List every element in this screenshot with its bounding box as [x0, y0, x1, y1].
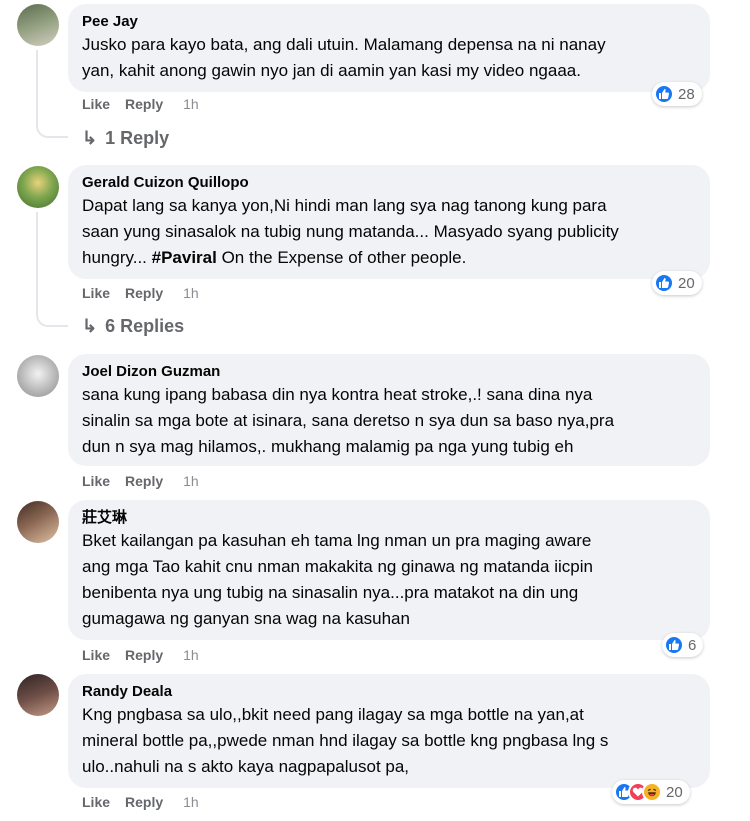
comment-actions: Like Reply 1h	[82, 96, 214, 112]
reaction-count: 28	[678, 85, 695, 103]
comment-actions: Like Reply 1h	[82, 285, 214, 301]
like-button[interactable]: Like	[82, 285, 110, 301]
comment-text-part: On the Expense of other people.	[216, 248, 467, 267]
reply-button[interactable]: Reply	[125, 285, 163, 301]
thread-connector	[36, 50, 68, 138]
comment-actions: Like Reply 1h	[82, 473, 214, 489]
comment-author[interactable]: 莊艾琳	[82, 508, 696, 528]
like-button[interactable]: Like	[82, 794, 110, 810]
comment-bubble: 莊艾琳 Bket kailangan pa kasuhan eh tama ln…	[68, 500, 710, 640]
thumbs-up-icon	[664, 635, 684, 655]
avatar[interactable]	[17, 355, 59, 397]
comment-bubble: Gerald Cuizon Quillopo Dapat lang sa kan…	[68, 165, 710, 279]
reaction-summary[interactable]: 20	[652, 271, 702, 295]
comment-actions: Like Reply 1h	[82, 647, 214, 663]
like-button[interactable]: Like	[82, 96, 110, 112]
comment-text: Bket kailangan pa kasuhan eh tama lng nm…	[82, 531, 593, 628]
comment-text: sana kung ipang babasa din nya kontra he…	[82, 385, 615, 456]
comment-timestamp[interactable]: 1h	[183, 794, 199, 810]
comment-timestamp[interactable]: 1h	[183, 473, 199, 489]
reply-button[interactable]: Reply	[125, 794, 163, 810]
comment-text: Kng pngbasa sa ulo,,bkit need pang ilaga…	[82, 705, 609, 776]
avatar[interactable]	[17, 4, 59, 46]
reaction-summary[interactable]: 20	[612, 780, 690, 804]
reaction-summary[interactable]: 6	[662, 633, 704, 657]
reply-arrow-icon: ↳	[82, 128, 98, 148]
hashtag-link[interactable]: #Paviral	[152, 248, 217, 267]
reaction-summary[interactable]: 28	[652, 82, 702, 106]
view-replies-link[interactable]: ↳ 6 Replies	[82, 316, 184, 337]
reaction-count: 20	[678, 274, 695, 292]
comment-timestamp[interactable]: 1h	[183, 285, 199, 301]
thumbs-up-icon	[654, 273, 674, 293]
comment-bubble: Joel Dizon Guzman sana kung ipang babasa…	[68, 354, 710, 466]
replies-count-label: 1 Reply	[105, 128, 170, 148]
comment-author[interactable]: Joel Dizon Guzman	[82, 362, 696, 382]
comment-author[interactable]: Pee Jay	[82, 12, 696, 32]
avatar[interactable]	[17, 674, 59, 716]
avatar[interactable]	[17, 501, 59, 543]
comment-actions: Like Reply 1h	[82, 794, 214, 810]
reply-button[interactable]: Reply	[125, 647, 163, 663]
comment-bubble: Randy Deala Kng pngbasa sa ulo,,bkit nee…	[68, 674, 710, 788]
comment-author[interactable]: Randy Deala	[82, 682, 696, 702]
comment-bubble: Pee Jay Jusko para kayo bata, ang dali u…	[68, 4, 710, 92]
reply-button[interactable]: Reply	[125, 96, 163, 112]
comment-timestamp[interactable]: 1h	[183, 96, 199, 112]
thumbs-up-icon	[654, 84, 674, 104]
reply-button[interactable]: Reply	[125, 473, 163, 489]
comment-text: Jusko para kayo bata, ang dali utuin. Ma…	[82, 35, 606, 80]
like-button[interactable]: Like	[82, 647, 110, 663]
reply-arrow-icon: ↳	[82, 316, 98, 336]
comment-timestamp[interactable]: 1h	[183, 647, 199, 663]
laughing-face-icon	[642, 782, 662, 802]
comment-author[interactable]: Gerald Cuizon Quillopo	[82, 173, 696, 193]
avatar[interactable]	[17, 166, 59, 208]
replies-count-label: 6 Replies	[105, 316, 185, 336]
thread-connector	[36, 212, 68, 327]
view-replies-link[interactable]: ↳ 1 Reply	[82, 128, 169, 149]
like-button[interactable]: Like	[82, 473, 110, 489]
comment-text: Dapat lang sa kanya yon,Ni hindi man lan…	[82, 193, 696, 271]
reaction-count: 20	[666, 783, 683, 801]
reaction-count: 6	[688, 636, 697, 654]
